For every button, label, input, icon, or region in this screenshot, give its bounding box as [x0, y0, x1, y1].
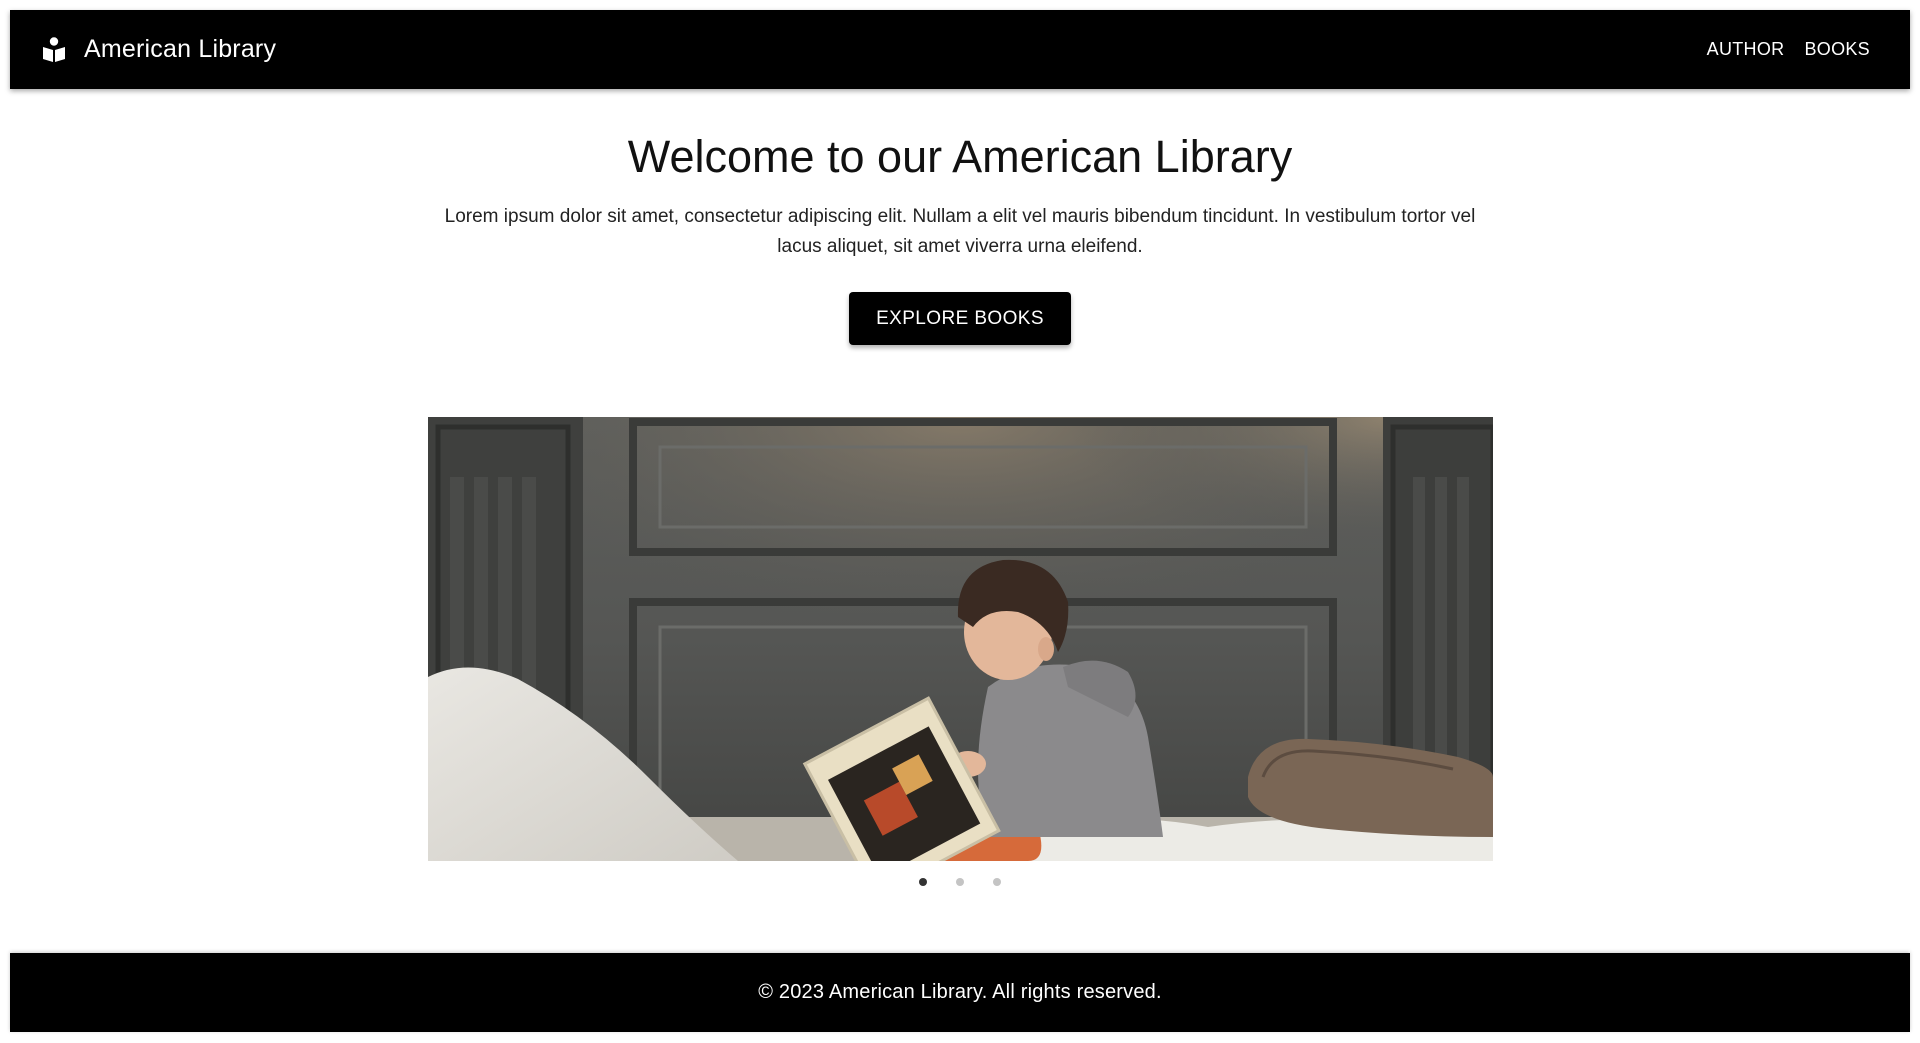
- page: American Library AUTHOR BOOKS Welcome to…: [0, 0, 1920, 1043]
- main-nav: AUTHOR BOOKS: [1707, 39, 1870, 60]
- nav-author-link[interactable]: AUTHOR: [1707, 39, 1785, 60]
- brand-link[interactable]: American Library: [42, 35, 276, 64]
- explore-books-button[interactable]: EXPLORE BOOKS: [849, 292, 1071, 345]
- child-reading-book-photo: [428, 417, 1493, 861]
- carousel-dot-3[interactable]: [993, 878, 1001, 886]
- book-reader-icon: [42, 36, 66, 63]
- image-carousel[interactable]: [428, 417, 1493, 861]
- nav-books-link[interactable]: BOOKS: [1804, 39, 1870, 60]
- hero-title: Welcome to our American Library: [627, 131, 1293, 182]
- hero-description: Lorem ipsum dolor sit amet, consectetur …: [444, 206, 1476, 257]
- app-title: American Library: [84, 35, 277, 63]
- carousel-dot-1[interactable]: [919, 878, 927, 886]
- carousel-dot-2[interactable]: [956, 878, 964, 886]
- hero-section: Welcome to our American Library Lorem ip…: [0, 120, 1920, 345]
- carousel-indicators: [0, 878, 1920, 886]
- top-app-bar: American Library AUTHOR BOOKS: [10, 10, 1910, 89]
- footer: © 2023 American Library. All rights rese…: [10, 953, 1910, 1032]
- footer-copyright: © 2023 American Library. All rights rese…: [758, 981, 1162, 1003]
